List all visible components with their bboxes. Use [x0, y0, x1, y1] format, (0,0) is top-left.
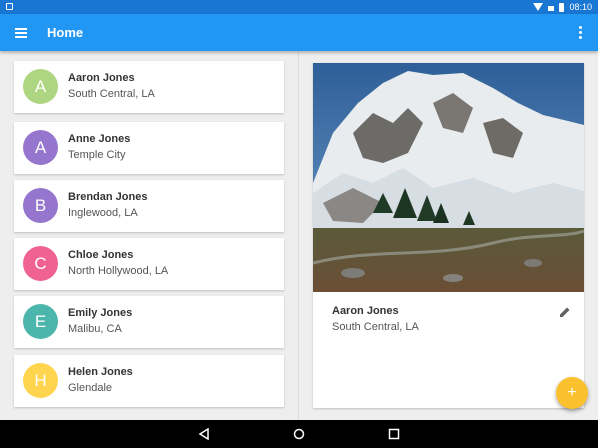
status-bar: 08:10 — [0, 0, 598, 14]
list-item[interactable]: A Aaron Jones South Central, LA — [14, 61, 284, 113]
avatar: A — [23, 130, 58, 165]
list-item[interactable]: A Anne Jones Temple City — [14, 122, 284, 174]
contact-name: Emily Jones — [68, 307, 133, 319]
page-title: Home — [47, 25, 84, 40]
contact-name: Helen Jones — [68, 366, 133, 378]
contact-location: South Central, LA — [68, 88, 155, 100]
lock-icon — [548, 5, 555, 11]
notification-icon — [6, 3, 13, 10]
battery-icon — [559, 2, 565, 12]
wifi-icon — [533, 3, 544, 11]
avatar: A — [23, 69, 58, 104]
app-bar: Home — [0, 14, 598, 51]
list-item[interactable]: H Helen Jones Glendale — [14, 355, 284, 407]
back-icon[interactable] — [198, 428, 210, 440]
pane-divider — [298, 51, 299, 420]
detail-name: Aaron Jones — [332, 305, 399, 317]
edit-icon[interactable] — [559, 306, 571, 318]
detail-card: Aaron Jones South Central, LA — [313, 63, 584, 408]
add-button[interactable]: + — [556, 377, 588, 409]
contact-location: Glendale — [68, 382, 113, 394]
contact-name: Brendan Jones — [68, 191, 148, 203]
avatar: E — [23, 304, 58, 339]
contact-location: Temple City — [68, 149, 126, 161]
detail-location: South Central, LA — [332, 321, 419, 333]
contact-name: Chloe Jones — [68, 249, 134, 261]
status-time: 08:10 — [569, 2, 592, 12]
status-icons: 08:10 — [533, 1, 592, 13]
recents-icon[interactable] — [388, 428, 400, 440]
avatar: H — [23, 363, 58, 398]
more-vert-icon[interactable] — [579, 26, 582, 39]
system-nav-bar — [0, 420, 598, 448]
contact-name: Aaron Jones — [68, 72, 135, 84]
list-item[interactable]: B Brendan Jones Inglewood, LA — [14, 180, 284, 232]
avatar: C — [23, 246, 58, 281]
contact-location: Malibu, CA — [68, 323, 122, 335]
contact-list: A Aaron Jones South Central, LA A Anne J… — [0, 51, 298, 420]
mountain-photo — [313, 63, 584, 292]
contact-location: Inglewood, LA — [68, 207, 138, 219]
contact-location: North Hollywood, LA — [68, 265, 169, 277]
menu-icon[interactable] — [15, 28, 27, 38]
avatar: B — [23, 188, 58, 223]
home-icon[interactable] — [293, 428, 305, 440]
list-item[interactable]: C Chloe Jones North Hollywood, LA — [14, 238, 284, 290]
list-item[interactable]: E Emily Jones Malibu, CA — [14, 296, 284, 348]
contact-name: Anne Jones — [68, 133, 131, 145]
